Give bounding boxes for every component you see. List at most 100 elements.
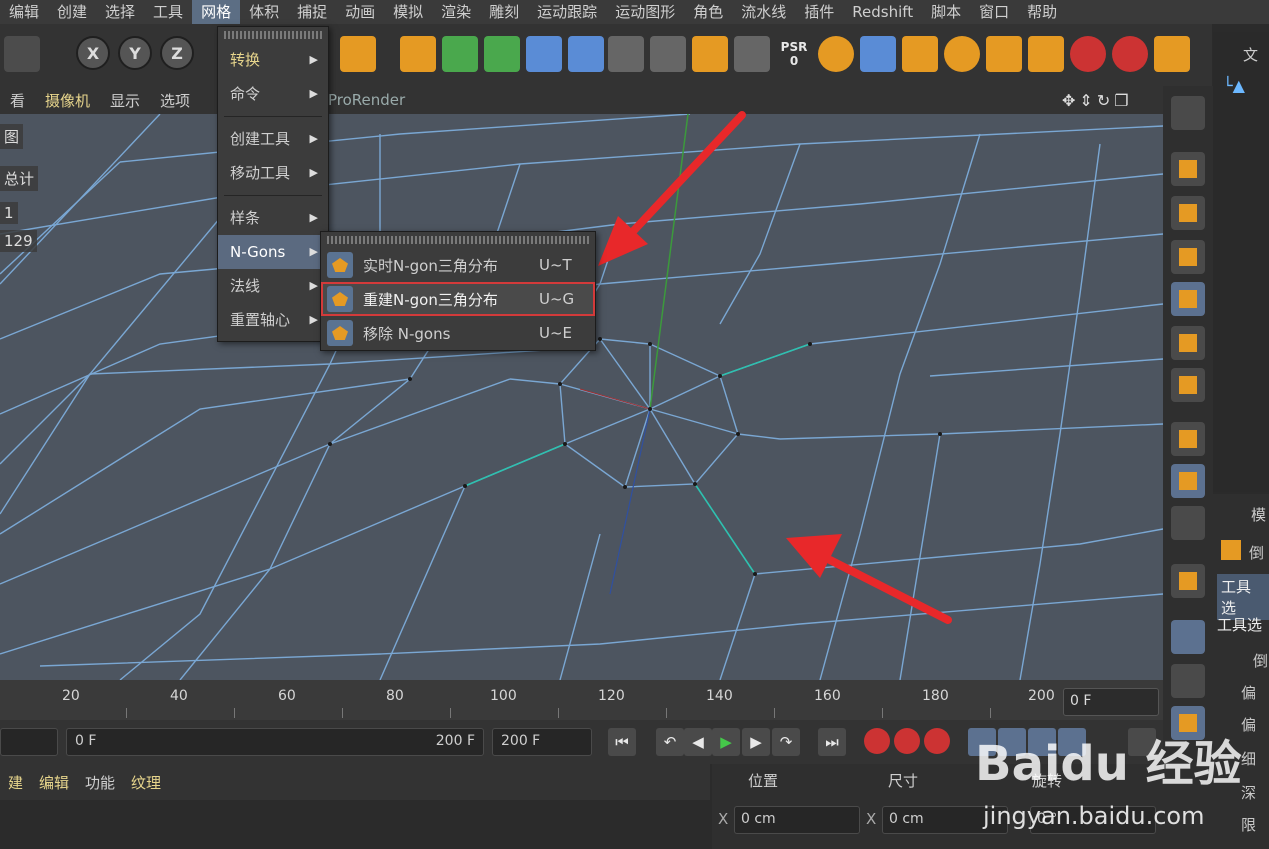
menu-mesh[interactable]: 网格	[192, 0, 241, 24]
record-icon[interactable]	[864, 728, 890, 754]
auto-key-icon[interactable]	[894, 728, 920, 754]
current-frame-field[interactable]: 0 F	[1063, 688, 1159, 716]
select-arrow-icon[interactable]	[1112, 36, 1148, 72]
play-icon[interactable]: ▶	[712, 728, 740, 756]
psr-button[interactable]: PSR 0	[776, 36, 812, 72]
menu-create[interactable]: 创建	[48, 0, 96, 24]
menu-plugins[interactable]: 插件	[795, 0, 843, 24]
menu-volume[interactable]: 体积	[240, 0, 288, 24]
menu-redshift[interactable]: Redshift	[843, 0, 922, 24]
axis-mode-icon[interactable]	[1171, 422, 1205, 456]
material-menu-edit[interactable]: 编辑	[31, 772, 77, 793]
orbit-icon[interactable]: ↻	[1097, 91, 1110, 110]
size-x-field[interactable]: 0 cm	[882, 806, 1008, 834]
keyframe-selection-icon[interactable]	[924, 728, 950, 754]
max-frame-field[interactable]: 200 F	[492, 728, 592, 756]
object-manager-tab[interactable]: 文	[1243, 44, 1258, 65]
prev-frame-icon[interactable]: ◀	[684, 728, 712, 756]
view-menu-view[interactable]: 看	[0, 90, 35, 111]
workplane-align-icon[interactable]	[1171, 664, 1205, 698]
floor-icon[interactable]	[568, 36, 604, 72]
workplane-lock-icon[interactable]	[1171, 620, 1205, 654]
key-rotation-icon[interactable]	[1028, 728, 1056, 756]
workplane-mode-icon[interactable]	[1171, 240, 1205, 274]
subdivision-cube-icon[interactable]	[442, 36, 478, 72]
object-tree-icon[interactable]: └▲	[1223, 76, 1245, 95]
key-param-icon[interactable]	[1058, 728, 1086, 756]
timeline-window-icon[interactable]	[1128, 728, 1156, 756]
next-frame-icon[interactable]: ▶	[742, 728, 770, 756]
menu-window[interactable]: 窗口	[970, 0, 1018, 24]
model-mode-icon[interactable]	[1171, 152, 1205, 186]
rotation-h-field[interactable]: 0 °	[1030, 806, 1156, 834]
min-frame-field[interactable]	[0, 728, 58, 756]
tweak-mode-icon[interactable]	[1171, 464, 1205, 498]
menu-drag-handle[interactable]	[224, 31, 322, 39]
menu-animate[interactable]: 动画	[336, 0, 384, 24]
menu-render[interactable]: 渲染	[432, 0, 480, 24]
material-list-area[interactable]	[0, 800, 710, 849]
menu-help[interactable]: 帮助	[1018, 0, 1066, 24]
ngon-live-triangulation-item[interactable]: 实时N-gon三角分布 U~T	[321, 248, 595, 282]
points-mode-icon[interactable]	[1171, 282, 1205, 316]
script-icon[interactable]	[734, 36, 770, 72]
submenu-drag-handle[interactable]	[327, 236, 589, 244]
view-menu-options[interactable]: 选项	[150, 90, 200, 111]
view-menu-camera[interactable]: 摄像机	[35, 90, 100, 111]
mesh-menu-create-tools[interactable]: 创建工具 ▶	[218, 122, 328, 156]
snap-magnet-icon[interactable]	[1171, 564, 1205, 598]
rotate-icon[interactable]	[944, 36, 980, 72]
camera-icon[interactable]	[608, 36, 644, 72]
prorender-label[interactable]: ProRender	[328, 91, 405, 109]
position-x-field[interactable]: 0 cm	[734, 806, 860, 834]
go-to-start-icon[interactable]: ⏮	[608, 728, 636, 756]
z-axis-lock-button[interactable]: Z	[160, 36, 194, 70]
menu-select[interactable]: 选择	[96, 0, 144, 24]
menu-motion-tracking[interactable]: 运动跟踪	[528, 0, 606, 24]
menu-mograph[interactable]: 运动图形	[606, 0, 684, 24]
x-axis-lock-button[interactable]: X	[76, 36, 110, 70]
mesh-menu-reset-axis[interactable]: 重置轴心 ▶	[218, 303, 328, 337]
key-scale-icon[interactable]	[998, 728, 1026, 756]
3d-viewport[interactable]: 图 总计 1 129	[0, 114, 1163, 680]
menu-sculpt[interactable]: 雕刻	[480, 0, 528, 24]
move-icon[interactable]	[1028, 36, 1064, 72]
cloner-icon[interactable]	[484, 36, 520, 72]
coordinate-icon[interactable]	[818, 36, 854, 72]
next-key-icon[interactable]: ↷	[772, 728, 800, 756]
menu-tools[interactable]: 工具	[144, 0, 192, 24]
object-mode-cube-icon[interactable]	[860, 36, 896, 72]
polygons-mode-icon[interactable]	[1171, 368, 1205, 402]
solo-icon[interactable]	[1171, 506, 1205, 540]
mesh-menu-convert[interactable]: 转换 ▶	[218, 43, 328, 77]
render-settings-icon[interactable]	[340, 36, 376, 72]
pen-icon[interactable]	[400, 36, 436, 72]
timeline-ruler[interactable]: 20 40 60 80 100 120 140 160 180 200	[0, 680, 1163, 720]
key-position-icon[interactable]	[968, 728, 996, 756]
mesh-menu-spline[interactable]: 样条 ▶	[218, 201, 328, 235]
scale-icon[interactable]	[986, 36, 1022, 72]
y-axis-lock-button[interactable]: Y	[118, 36, 152, 70]
frame-range-slider[interactable]: 0 F 200 F	[66, 728, 484, 756]
pan-icon[interactable]: ✥	[1062, 91, 1075, 110]
menu-pipeline[interactable]: 流水线	[732, 0, 795, 24]
edges-mode-icon[interactable]	[1171, 326, 1205, 360]
menu-simulate[interactable]: 模拟	[384, 0, 432, 24]
mesh-menu-commands[interactable]: 命令 ▶	[218, 77, 328, 111]
viewport-solo-icon[interactable]	[1171, 96, 1205, 130]
menu-character[interactable]: 角色	[684, 0, 732, 24]
layout-icon[interactable]	[1171, 706, 1205, 740]
material-menu-function[interactable]: 功能	[77, 772, 123, 793]
menu-snap[interactable]: 捕捉	[288, 0, 336, 24]
menu-edit[interactable]: 编辑	[0, 0, 48, 24]
ngon-remove-item[interactable]: 移除 N-gons U~E	[321, 316, 595, 350]
mesh-menu-move-tools[interactable]: 移动工具 ▶	[218, 156, 328, 190]
ngon-retriangulate-item[interactable]: 重建N-gon三角分布 U~G	[321, 282, 595, 316]
mesh-menu-normals[interactable]: 法线 ▶	[218, 269, 328, 303]
prev-key-icon[interactable]: ↶	[656, 728, 684, 756]
model-mode-icon[interactable]	[902, 36, 938, 72]
symmetry-icon[interactable]	[692, 36, 728, 72]
go-to-end-icon[interactable]: ⏭	[818, 728, 846, 756]
material-menu-create[interactable]: 建	[0, 772, 31, 793]
texture-mode-icon[interactable]	[1171, 196, 1205, 230]
